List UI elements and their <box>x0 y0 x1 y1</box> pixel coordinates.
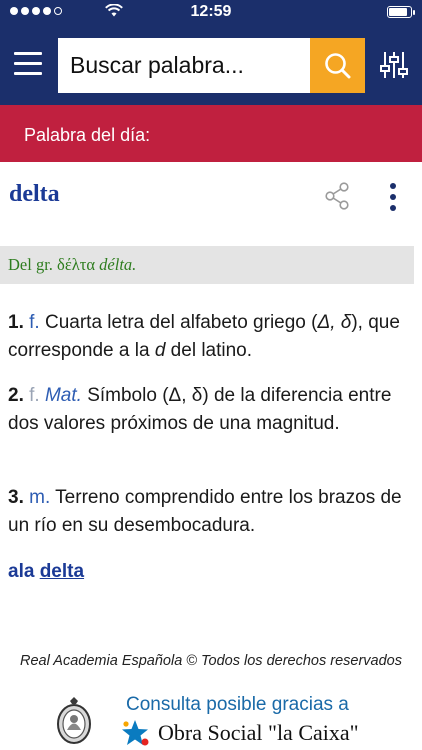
caixa-star-logo <box>122 720 149 746</box>
sense-number: 3. <box>8 487 24 508</box>
sense-3: 3. m. Terreno comprendido entre los braz… <box>8 484 408 540</box>
grammar-abbr[interactable]: m. <box>29 487 50 508</box>
top-navigation-bar: 12:59 <box>0 0 422 105</box>
entry-headword: delta <box>9 181 60 207</box>
sense-text-italic: d <box>154 340 166 361</box>
grammar-abbr[interactable]: f. <box>29 312 40 333</box>
share-icon[interactable] <box>324 182 350 210</box>
sponsor-text: Consulta posible gracias a <box>126 694 349 715</box>
sense-1: 1. f. Cuarta letra del alfabeto griego (… <box>8 309 408 365</box>
etymology-prefix: Del gr. <box>8 255 58 274</box>
sponsor-name: Obra Social "la Caixa" <box>158 720 359 745</box>
search-input[interactable] <box>58 38 310 93</box>
etymology-translit: délta. <box>99 255 137 274</box>
phrase-prefix: ala <box>8 561 40 582</box>
etymology: Del gr. δέλτα délta. <box>0 246 414 284</box>
sliders-icon[interactable] <box>380 50 408 80</box>
sense-text: Cuarta letra del alfabeto griego ( <box>39 312 318 333</box>
sense-text: del latino. <box>165 340 253 361</box>
complex-form: ala delta <box>8 561 84 583</box>
battery-icon <box>387 6 415 18</box>
phrase-link[interactable]: delta <box>40 561 84 582</box>
grammar-abbr[interactable]: f. <box>29 385 40 406</box>
sense-text-italic: Δ, δ <box>317 312 352 333</box>
etymology-greek: δέλτα <box>57 255 100 274</box>
rae-crest-logo <box>57 697 91 744</box>
word-of-day-label: Palabra del día: <box>24 125 151 145</box>
battery-level <box>389 8 407 16</box>
vertical-dots-icon[interactable] <box>384 181 402 213</box>
sense-2: 2. f. Mat. Símbolo (Δ, δ) de la diferenc… <box>8 382 408 438</box>
status-bar: 12:59 <box>0 0 422 24</box>
sense-text: Terreno comprendido entre los brazos de … <box>8 487 402 536</box>
copyright-notice: Real Academia Española © Todos los derec… <box>20 653 402 669</box>
word-of-day-bar: Palabra del día: <box>0 105 422 162</box>
field-abbr[interactable]: Mat. <box>45 385 82 406</box>
hamburger-icon[interactable] <box>14 52 42 76</box>
sense-number: 1. <box>8 312 24 333</box>
magnifier-icon <box>325 53 351 79</box>
search-button[interactable] <box>310 38 365 93</box>
status-time: 12:59 <box>190 3 232 20</box>
sense-number: 2. <box>8 385 24 406</box>
